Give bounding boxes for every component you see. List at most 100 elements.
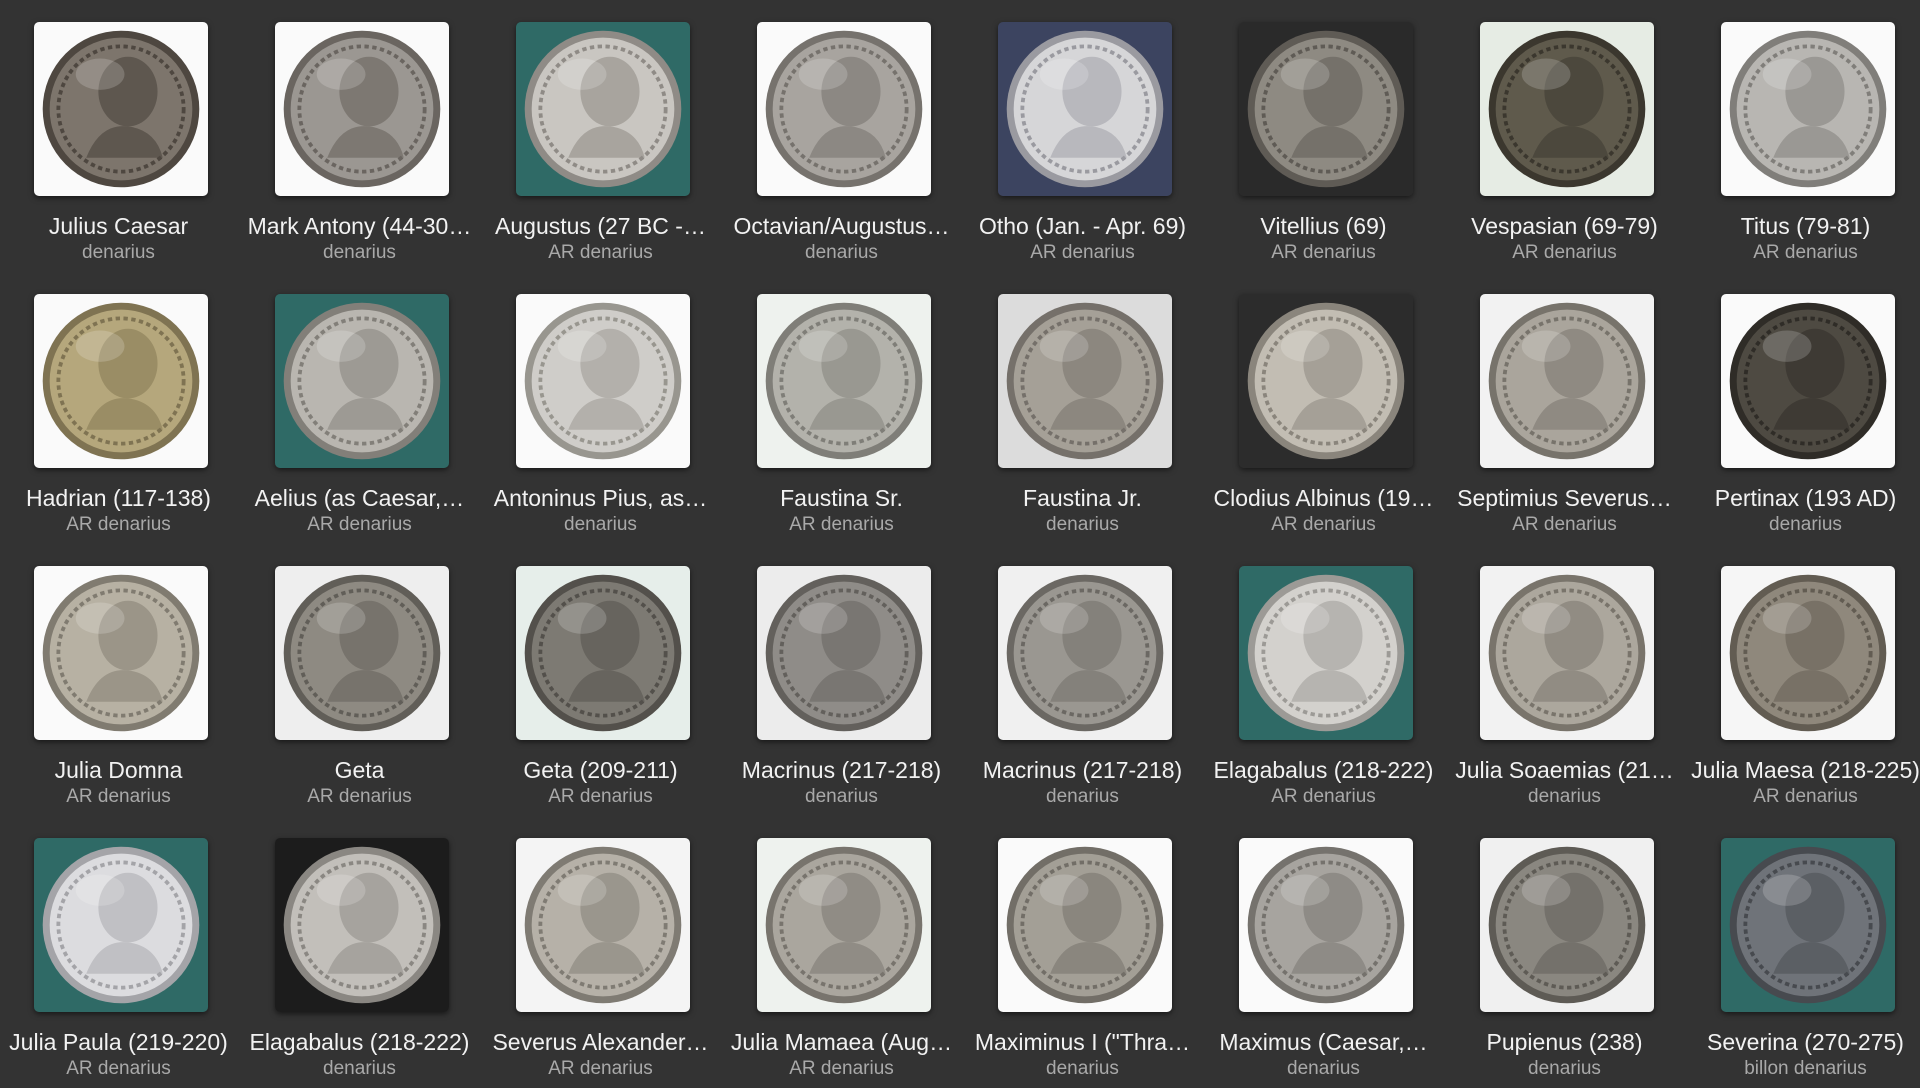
coin-grid-item[interactable]: Vitellius (69) AR denarius	[1203, 0, 1444, 272]
coin-highlight	[316, 330, 366, 362]
coin-grid-item[interactable]: Geta (209-211) AR denarius	[480, 544, 721, 816]
coin-grid-item[interactable]: Julia Paula (219-220) AR denarius	[0, 816, 239, 1088]
item-subtitle: AR denarius	[548, 242, 653, 263]
coin-thumbnail[interactable]	[1721, 22, 1895, 196]
item-subtitle: AR denarius	[1030, 242, 1135, 263]
coin-highlight	[1762, 58, 1812, 90]
item-title: Augustus (27 BC -…	[495, 213, 706, 239]
coin-grid-item[interactable]: Augustus (27 BC -… AR denarius	[480, 0, 721, 272]
item-title: Faustina Jr.	[1023, 485, 1142, 511]
coin-highlight	[75, 874, 125, 906]
coin-image	[757, 294, 931, 468]
item-subtitle: AR denarius	[1512, 242, 1617, 263]
item-title: Octavian/Augustus…	[733, 213, 950, 239]
coin-highlight	[316, 602, 366, 634]
coin-grid-item[interactable]: Mark Antony (44-30… denarius	[239, 0, 480, 272]
coin-highlight	[798, 58, 848, 90]
coin-thumbnail[interactable]	[1480, 294, 1654, 468]
coin-grid-item[interactable]: Titus (79-81) AR denarius	[1685, 0, 1920, 272]
coin-thumbnail[interactable]	[1480, 838, 1654, 1012]
coin-thumbnail[interactable]	[998, 22, 1172, 196]
item-title: Hadrian (117-138)	[26, 485, 211, 511]
coin-thumbnail[interactable]	[275, 838, 449, 1012]
coin-image	[757, 566, 931, 740]
coin-grid-item[interactable]: Septimius Severus… AR denarius	[1444, 272, 1685, 544]
item-subtitle: denarius	[1769, 514, 1842, 535]
coin-thumbnail[interactable]	[998, 838, 1172, 1012]
coin-grid-item[interactable]: Julia Soaemias (21… denarius	[1444, 544, 1685, 816]
coin-thumbnail[interactable]	[998, 294, 1172, 468]
coin-grid-item[interactable]: Aelius (as Caesar,… AR denarius	[239, 272, 480, 544]
coin-thumbnail[interactable]	[34, 294, 208, 468]
coin-thumbnail[interactable]	[1239, 566, 1413, 740]
coin-thumbnail[interactable]	[1721, 838, 1895, 1012]
coin-thumbnail[interactable]	[516, 294, 690, 468]
coin-image	[1480, 566, 1654, 740]
item-title: Elagabalus (218-222)	[1213, 757, 1434, 783]
coin-grid-item[interactable]: Julia Maesa (218-225) AR denarius	[1685, 544, 1920, 816]
coin-grid-item[interactable]: Hadrian (117-138) AR denarius	[0, 272, 239, 544]
item-title: Pupienus (238)	[1486, 1029, 1643, 1055]
coin-image	[1721, 838, 1895, 1012]
item-subtitle: AR denarius	[66, 786, 171, 807]
coin-thumbnail[interactable]	[1239, 22, 1413, 196]
coin-grid-item[interactable]: Octavian/Augustus… denarius	[721, 0, 962, 272]
coin-thumbnail[interactable]	[275, 22, 449, 196]
item-subtitle: AR denarius	[789, 514, 894, 535]
coin-thumbnail[interactable]	[998, 566, 1172, 740]
coin-grid-item[interactable]: Julia Mamaea (Aug… AR denarius	[721, 816, 962, 1088]
coin-highlight	[1039, 330, 1089, 362]
coin-thumbnail[interactable]	[1480, 566, 1654, 740]
coin-thumbnail[interactable]	[275, 294, 449, 468]
coin-thumbnail[interactable]	[757, 294, 931, 468]
coin-thumbnail[interactable]	[1239, 294, 1413, 468]
item-subtitle: denarius	[1046, 786, 1119, 807]
coin-thumbnail[interactable]	[275, 566, 449, 740]
coin-grid-item[interactable]: Macrinus (217-218) denarius	[721, 544, 962, 816]
coin-grid-item[interactable]: Clodius Albinus (19… AR denarius	[1203, 272, 1444, 544]
coin-grid-item[interactable]: Geta AR denarius	[239, 544, 480, 816]
coin-thumbnail[interactable]	[34, 566, 208, 740]
item-title: Vitellius (69)	[1260, 213, 1387, 239]
coin-thumbnail[interactable]	[516, 22, 690, 196]
coin-grid-item[interactable]: Elagabalus (218-222) denarius	[239, 816, 480, 1088]
item-title: Mark Antony (44-30…	[247, 213, 472, 239]
coin-grid-item[interactable]: Faustina Sr. AR denarius	[721, 272, 962, 544]
coin-grid-item[interactable]: Vespasian (69-79) AR denarius	[1444, 0, 1685, 272]
coin-grid-item[interactable]: Pertinax (193 AD) denarius	[1685, 272, 1920, 544]
coin-grid-item[interactable]: Elagabalus (218-222) AR denarius	[1203, 544, 1444, 816]
coin-thumbnail[interactable]	[34, 838, 208, 1012]
item-title: Maximus (Caesar,…	[1219, 1029, 1428, 1055]
item-title: Titus (79-81)	[1740, 213, 1871, 239]
item-title: Severus Alexander…	[492, 1029, 709, 1055]
item-title: Aelius (as Caesar,…	[254, 485, 465, 511]
coin-grid-item[interactable]: Pupienus (238) denarius	[1444, 816, 1685, 1088]
coin-thumbnail[interactable]	[34, 22, 208, 196]
coin-thumbnail[interactable]	[516, 838, 690, 1012]
coin-image	[757, 838, 931, 1012]
coin-grid-item[interactable]: Otho (Jan. - Apr. 69) AR denarius	[962, 0, 1203, 272]
coin-thumbnail[interactable]	[757, 838, 931, 1012]
coin-grid-item[interactable]: Antoninus Pius, as… denarius	[480, 272, 721, 544]
item-subtitle: denarius	[1528, 1058, 1601, 1079]
coin-thumbnail[interactable]	[516, 566, 690, 740]
coin-thumbnail[interactable]	[757, 566, 931, 740]
coin-thumbnail[interactable]	[1239, 838, 1413, 1012]
coin-highlight	[1280, 874, 1330, 906]
item-subtitle: AR denarius	[1753, 242, 1858, 263]
item-title: Pertinax (193 AD)	[1714, 485, 1897, 511]
coin-grid-item[interactable]: Maximus (Caesar,… denarius	[1203, 816, 1444, 1088]
coin-grid-item[interactable]: Julia Domna AR denarius	[0, 544, 239, 816]
coin-highlight	[1521, 58, 1571, 90]
coin-grid-item[interactable]: Severina (270-275) billon denarius	[1685, 816, 1920, 1088]
coin-thumbnail[interactable]	[1480, 22, 1654, 196]
coin-thumbnail[interactable]	[757, 22, 931, 196]
coin-grid-item[interactable]: Severus Alexander… AR denarius	[480, 816, 721, 1088]
coin-grid-item[interactable]: Julius Caesar denarius	[0, 0, 239, 272]
coin-grid-item[interactable]: Maximinus I ("Thra… denarius	[962, 816, 1203, 1088]
coin-grid-item[interactable]: Macrinus (217-218) denarius	[962, 544, 1203, 816]
item-subtitle: denarius	[323, 242, 396, 263]
coin-thumbnail[interactable]	[1721, 294, 1895, 468]
coin-grid-item[interactable]: Faustina Jr. denarius	[962, 272, 1203, 544]
coin-thumbnail[interactable]	[1721, 566, 1895, 740]
